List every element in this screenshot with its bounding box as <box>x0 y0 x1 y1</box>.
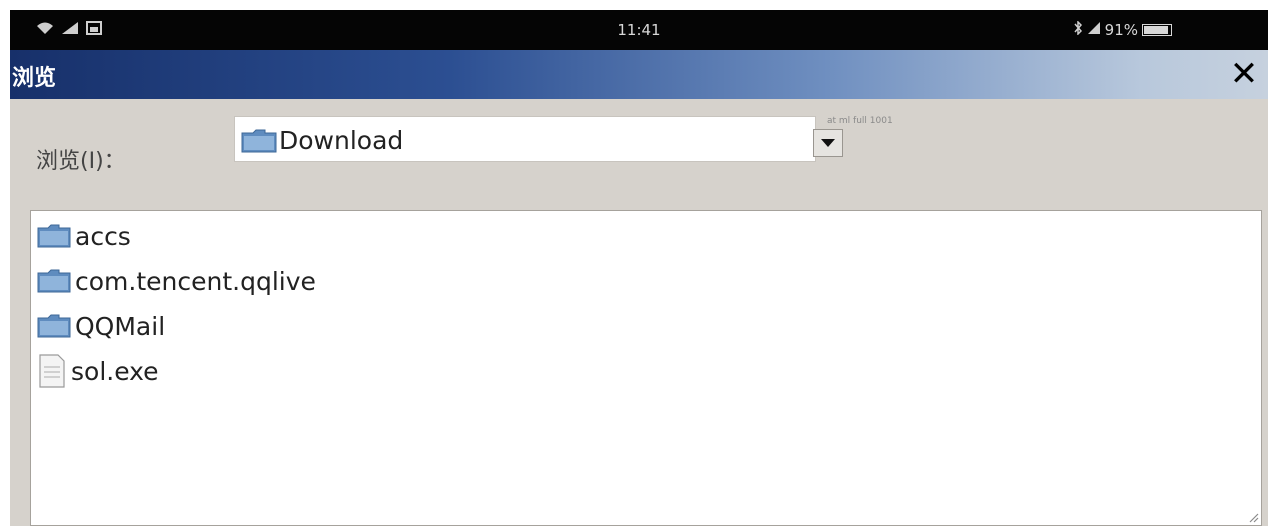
file-icon <box>39 354 65 388</box>
resize-grip-icon[interactable] <box>1247 511 1259 523</box>
battery-icon <box>1142 24 1172 36</box>
look-in-value: Download <box>279 126 404 155</box>
folder-icon <box>37 224 71 248</box>
look-in-dropdown[interactable]: Download <box>234 116 843 162</box>
file-name: QQMail <box>75 311 166 341</box>
bluetooth-icon <box>1073 20 1083 39</box>
folder-icon <box>241 129 277 157</box>
title-bar[interactable]: 浏览 ✕ <box>10 50 1268 99</box>
file-list[interactable]: accs com.tencent.qqlive QQMail sol.exe <box>30 210 1262 526</box>
close-button[interactable]: ✕ <box>1226 56 1262 92</box>
look-in-label: 浏览(I)： <box>36 149 126 174</box>
file-name: com.tencent.qqlive <box>75 266 316 296</box>
chevron-down-icon <box>821 139 835 147</box>
battery-percent: 91% <box>1104 21 1138 39</box>
dialog-title: 浏览 <box>12 66 57 91</box>
file-name: sol.exe <box>71 356 159 386</box>
list-item[interactable]: com.tencent.qqlive <box>37 262 316 300</box>
dropdown-arrow-button[interactable] <box>813 129 843 157</box>
list-item[interactable]: QQMail <box>37 307 165 345</box>
folder-icon <box>37 269 71 293</box>
toolbar-hint: at ml full 1001 <box>827 116 893 126</box>
folder-icon <box>37 314 71 338</box>
status-right: 91% <box>1073 20 1172 39</box>
list-item[interactable]: sol.exe <box>37 352 159 390</box>
screen: 11:41 91% 浏览 ✕ 浏览(I)： Download at ml ful… <box>0 0 1279 526</box>
signal-icon <box>1087 21 1101 39</box>
browse-dialog: 浏览 ✕ 浏览(I)： Download at ml full 1001 acc… <box>10 50 1268 526</box>
status-bar: 11:41 91% <box>10 10 1268 50</box>
close-icon: ✕ <box>1229 54 1259 94</box>
file-name: accs <box>75 221 131 251</box>
list-item[interactable]: accs <box>37 217 131 255</box>
